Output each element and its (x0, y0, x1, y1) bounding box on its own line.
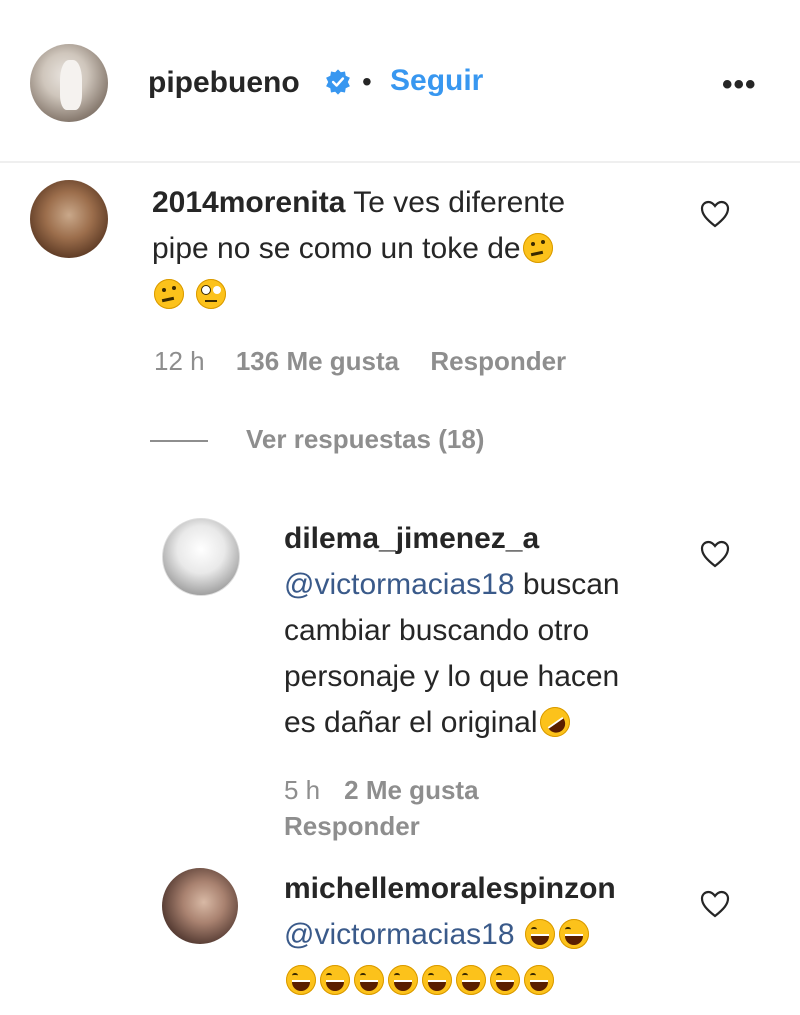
reply-body: buscan (522, 568, 620, 601)
laughing-emoji-icon (524, 965, 554, 995)
more-options-icon[interactable]: ••• (722, 68, 757, 102)
avatar[interactable] (30, 44, 108, 122)
laughing-emoji-icon (558, 919, 589, 949)
verified-badge-icon (326, 69, 350, 95)
separator-dot: • (362, 66, 372, 97)
comment-body-line2: pipe no se como un toke de (152, 232, 521, 265)
eye-roll-emoji-icon (196, 279, 227, 309)
reply-meta: 5 h 2 Me gusta Responder (284, 772, 584, 844)
reply-username[interactable]: dilema_jimenez_a (284, 522, 539, 555)
avatar[interactable] (30, 180, 108, 258)
heart-icon[interactable] (700, 200, 730, 228)
comment-username[interactable]: 2014morenita (152, 186, 345, 219)
reply-text: michellemoralespinzon @victormacias18 (284, 866, 704, 1004)
mention-link[interactable]: @victormacias18 (284, 568, 515, 601)
laughing-emoji-icon (388, 965, 418, 995)
reply-button[interactable]: Responder (430, 346, 566, 376)
like-count[interactable]: 2 Me gusta (344, 775, 478, 805)
reply-time: 5 h (284, 775, 321, 805)
laughing-emoji-icon (320, 965, 350, 995)
avatar[interactable] (162, 868, 238, 944)
reply-body-line4: es dañar el original (284, 706, 538, 739)
reply-button[interactable]: Responder (284, 811, 420, 841)
comment-time: 12 h (154, 346, 205, 376)
post-header: pipebueno • Seguir ••• (0, 0, 800, 163)
mention-link[interactable]: @victormacias18 (284, 918, 515, 951)
view-replies-button[interactable]: Ver respuestas (18) (150, 424, 484, 455)
rofl-emoji-icon (533, 701, 576, 743)
reply-body-line2: cambiar buscando otro (284, 614, 590, 647)
thinking-emoji-icon (522, 233, 553, 263)
reply-body-line3: personaje y lo que hacen (284, 660, 620, 693)
laughing-emoji-icon (354, 965, 384, 995)
comment-body: Te ves diferente (353, 186, 566, 219)
like-count[interactable]: 136 Me gusta (236, 346, 399, 376)
heart-icon[interactable] (700, 540, 730, 568)
comment-meta: 12 h 136 Me gusta Responder (154, 346, 590, 377)
laughing-emoji-icon (524, 919, 555, 949)
reply-username[interactable]: michellemoralespinzon (284, 872, 616, 905)
reply-text: dilema_jimenez_a @victormacias18 buscan … (284, 516, 704, 746)
follow-button[interactable]: Seguir (390, 64, 483, 98)
laughing-emoji-icon (456, 965, 486, 995)
comment-text: 2014morenita Te ves diferente pipe no se… (152, 180, 672, 318)
heart-icon[interactable] (700, 890, 730, 918)
view-replies-label: Ver respuestas (18) (246, 424, 485, 454)
avatar[interactable] (162, 518, 240, 596)
divider-line (150, 440, 208, 443)
laughing-emoji-icon (422, 965, 452, 995)
post-username[interactable]: pipebueno (148, 66, 300, 100)
laughing-emoji-icon (490, 965, 520, 995)
thinking-emoji-icon (154, 279, 184, 309)
laughing-emoji-icon (286, 965, 316, 995)
